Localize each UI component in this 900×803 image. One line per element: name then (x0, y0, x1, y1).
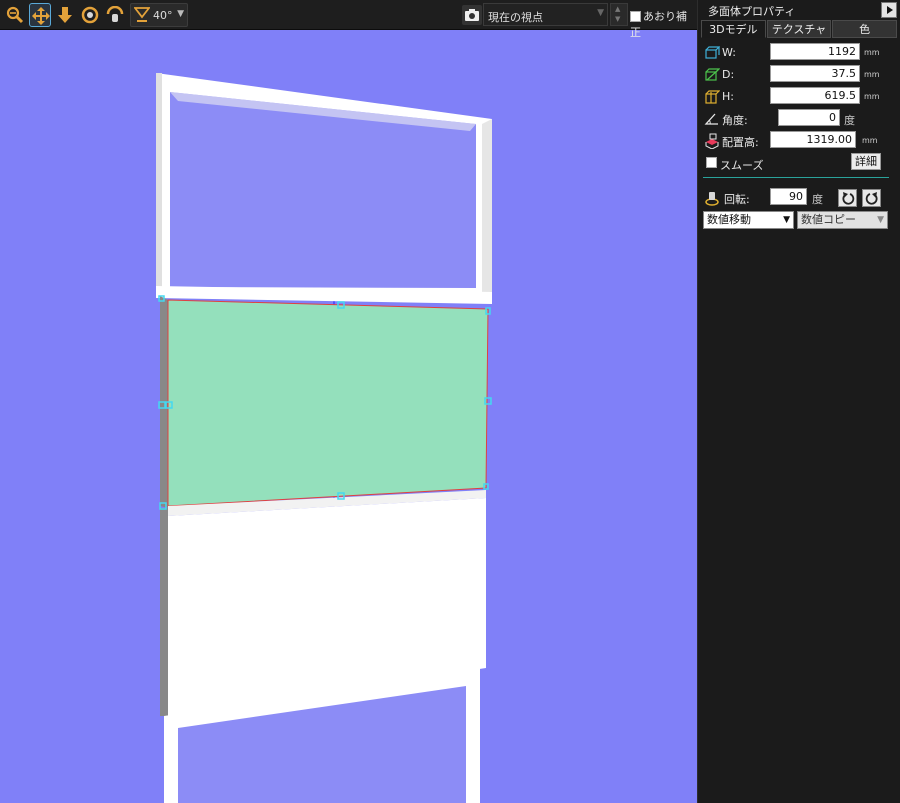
numeric-move-label: 数値移動 (707, 213, 751, 226)
tab-3d-model[interactable]: 3Dモデル (701, 20, 766, 38)
height-label: H: (722, 90, 734, 103)
camera-button[interactable] (462, 5, 482, 25)
elevation-icon (705, 133, 719, 149)
move-down-button[interactable] (54, 3, 76, 27)
height-input[interactable]: 619.5 (770, 87, 860, 104)
rotate-right-icon (865, 192, 878, 205)
spin-up-icon[interactable]: ▲ (615, 5, 620, 13)
height-unit: mm (864, 92, 880, 101)
tab-color[interactable]: 色 (832, 20, 898, 38)
zoom-out-icon (6, 6, 24, 24)
detail-button[interactable]: 詳細 (851, 153, 881, 170)
panel-divider (703, 177, 889, 178)
width-label: W: (722, 46, 736, 59)
fov-select[interactable]: 40° ▼ (130, 3, 188, 27)
look-around-button[interactable] (104, 3, 126, 27)
rotate-icon (705, 192, 719, 206)
numeric-copy-label: 数値コピー (801, 213, 856, 226)
field-of-view-icon (134, 7, 150, 22)
rotation-input[interactable]: 90 (770, 188, 807, 205)
window-frame-top[interactable] (156, 73, 492, 304)
tilt-correction-checkbox[interactable]: あおり補正 (630, 8, 697, 40)
angle-unit: 度 (844, 114, 855, 127)
height-row: H: 619.5 mm (704, 87, 894, 107)
down-arrow-icon (58, 7, 72, 23)
angle-row: 角度: 0 度 (704, 109, 894, 129)
rotation-label: 回転: (724, 193, 750, 206)
angle-icon (704, 113, 718, 125)
rotate-cw-button[interactable] (862, 189, 881, 207)
numeric-copy-dropdown[interactable]: 数値コピー ▼ (797, 211, 888, 229)
depth-unit: mm (864, 70, 880, 79)
chevron-down-icon: ▼ (177, 9, 184, 19)
elevation-unit: mm (862, 136, 878, 145)
chevron-down-icon: ▼ (877, 215, 884, 225)
elevation-input[interactable]: 1319.00 (770, 131, 856, 148)
zoom-out-button[interactable] (4, 3, 26, 27)
viewpoint-select[interactable]: 現在の視点 ▼ (483, 3, 608, 26)
height-dimension-icon (705, 90, 720, 104)
angle-label: 角度: (722, 114, 748, 127)
orbit-button[interactable] (79, 3, 101, 27)
property-panel: 多面体プロパティ 3Dモデル テクスチャ 色 W: 1192 mm D: 37.… (697, 0, 900, 803)
checkbox-box[interactable] (706, 157, 717, 168)
move-arrows-icon (32, 7, 50, 25)
depth-row: D: 37.5 mm (704, 65, 894, 85)
checkbox-box[interactable] (630, 11, 641, 22)
width-dimension-icon (705, 46, 720, 59)
selected-panel[interactable] (160, 296, 489, 508)
panel-title: 多面体プロパティ (708, 5, 796, 18)
smooth-label: スムーズ (720, 159, 764, 172)
elevation-row: 配置高: 1319.00 mm (704, 131, 894, 151)
spin-down-icon[interactable]: ▼ (615, 15, 620, 23)
viewpoint-value: 現在の視点 (488, 11, 543, 24)
3d-scene[interactable] (0, 0, 697, 803)
viewport-toolbar: 40° ▼ 現在の視点 ▼ ▲ ▼ あおり補正 (0, 0, 697, 39)
3d-viewport[interactable]: 40° ▼ 現在の視点 ▼ ▲ ▼ あおり補正 (0, 0, 697, 803)
elevation-label: 配置高: (722, 136, 759, 149)
chevron-down-icon: ▼ (783, 215, 790, 225)
viewpoint-spinner[interactable]: ▲ ▼ (610, 3, 628, 26)
width-input[interactable]: 1192 (770, 43, 860, 60)
rotation-unit: 度 (812, 193, 823, 206)
depth-dimension-icon (705, 68, 720, 81)
chevron-down-icon: ▼ (597, 8, 604, 18)
orbit-icon (81, 6, 99, 24)
width-unit: mm (864, 48, 880, 57)
walk-view-icon (106, 6, 124, 22)
panel-tabs: 3Dモデル テクスチャ 色 (701, 20, 898, 38)
angle-input[interactable]: 0 (778, 109, 840, 126)
width-row: W: 1192 mm (704, 43, 894, 63)
pan-button[interactable] (29, 3, 51, 27)
depth-input[interactable]: 37.5 (770, 65, 860, 82)
numeric-move-dropdown[interactable]: 数値移動 ▼ (703, 211, 794, 229)
camera-icon (465, 9, 479, 21)
fov-value: 40° (153, 9, 173, 22)
rotate-ccw-button[interactable] (838, 189, 857, 207)
depth-label: D: (722, 68, 735, 81)
tab-texture[interactable]: テクスチャ (766, 20, 832, 38)
rotate-left-icon (842, 192, 855, 205)
collapse-panel-button[interactable] (881, 2, 897, 18)
